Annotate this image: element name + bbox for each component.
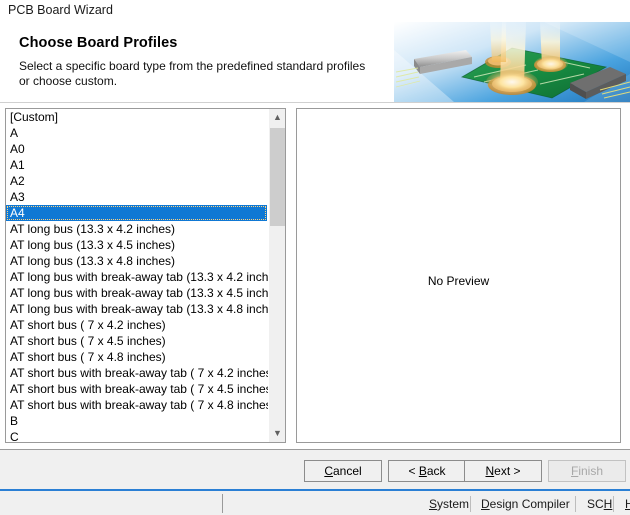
list-item[interactable]: AT long bus (13.3 x 4.2 inches) [6, 221, 268, 237]
wizard-header: Choose Board Profiles Select a specific … [0, 22, 630, 102]
list-item[interactable]: A [6, 125, 268, 141]
list-item[interactable]: AT long bus (13.3 x 4.5 inches) [6, 237, 268, 253]
list-item[interactable]: AT short bus ( 7 x 4.8 inches) [6, 349, 268, 365]
list-item[interactable]: A2 [6, 173, 268, 189]
page-title: Choose Board Profiles [19, 35, 178, 51]
list-item[interactable]: AT long bus with break-away tab (13.3 x … [6, 285, 268, 301]
dialog-button-bar: Cancel < Back Next > Finish [0, 449, 630, 489]
list-item[interactable]: A4 [6, 205, 267, 221]
list-item[interactable]: A0 [6, 141, 268, 157]
next-button[interactable]: Next > [464, 460, 542, 482]
scrollbar-thumb[interactable] [270, 128, 285, 226]
board-preview-panel: No Preview [296, 108, 621, 443]
window-title: PCB Board Wizard [8, 3, 113, 17]
status-item-truncated[interactable]: H [616, 495, 630, 514]
list-item[interactable]: B [6, 413, 268, 429]
chevron-down-icon[interactable]: ▼ [269, 425, 285, 442]
list-item[interactable]: [Custom] [6, 109, 268, 125]
status-item-sch[interactable]: SCH [578, 495, 621, 514]
status-bar-divider [222, 494, 223, 513]
chevron-up-icon[interactable]: ▲ [269, 109, 285, 126]
list-item[interactable]: A1 [6, 157, 268, 173]
page-subtitle: Select a specific board type from the pr… [19, 59, 366, 88]
list-item[interactable]: AT long bus with break-away tab (13.3 x … [6, 301, 268, 317]
status-item-system[interactable]: System [420, 495, 478, 514]
list-item[interactable]: AT long bus with break-away tab (13.3 x … [6, 269, 268, 285]
board-profile-list[interactable]: [Custom] A A0 A1 A2 A3 A4 AT long bus (13.3 x 4… [5, 108, 286, 443]
status-item-design-compiler[interactable]: Design Compiler [472, 495, 579, 514]
list-item[interactable]: AT short bus ( 7 x 4.2 inches) [6, 317, 268, 333]
preview-placeholder-text: No Preview [427, 274, 490, 288]
list-item[interactable]: AT short bus with break-away tab ( 7 x 4… [6, 381, 268, 397]
finish-button: Finish [548, 460, 626, 482]
list-item[interactable]: AT long bus (13.3 x 4.8 inches) [6, 253, 268, 269]
list-item[interactable]: AT short bus with break-away tab ( 7 x 4… [6, 397, 268, 413]
board-profile-list-scrollbar[interactable]: ▲ ▼ [268, 109, 285, 442]
cancel-button[interactable]: Cancel [304, 460, 382, 482]
window-title-bar: PCB Board Wizard [0, 0, 630, 22]
board-profile-list-viewport: [Custom] A A0 A1 A2 A3 A4 AT long bus (13.3 x 4… [6, 109, 268, 442]
list-item[interactable]: A3 [6, 189, 268, 205]
list-item[interactable]: C [6, 429, 268, 442]
list-item[interactable]: AT short bus ( 7 x 4.5 inches) [6, 333, 268, 349]
status-bar: System Design Compiler SCH H [0, 489, 630, 515]
list-item[interactable]: AT short bus with break-away tab ( 7 x 4… [6, 365, 268, 381]
pcb-board-illustration-icon [394, 22, 630, 102]
back-button[interactable]: < Back [388, 460, 466, 482]
